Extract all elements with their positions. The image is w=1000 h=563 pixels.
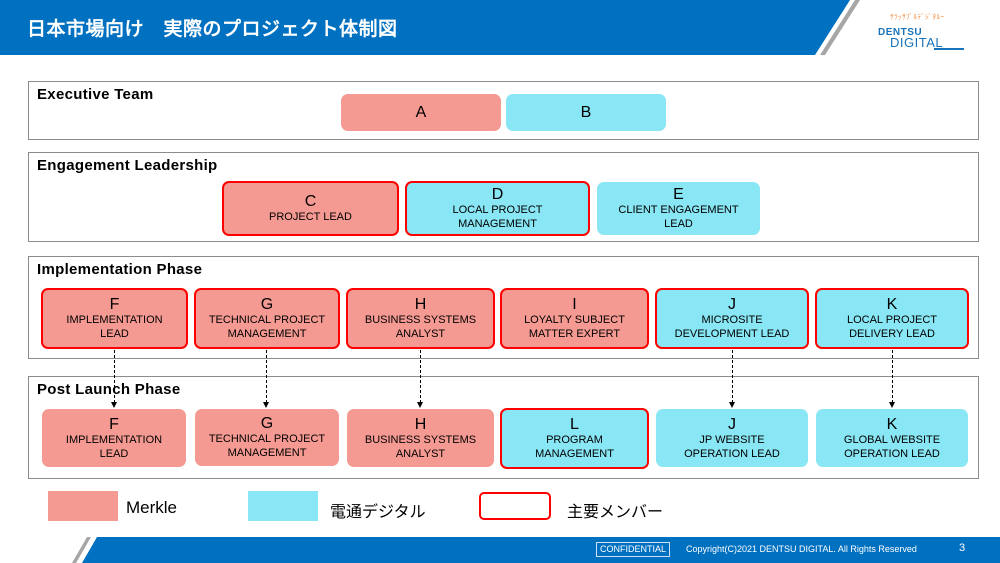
role-letter: F — [109, 415, 119, 433]
role-box-g-post: G TECHNICAL PROJECT MANAGEMENT — [195, 409, 339, 466]
role-letter: E — [673, 186, 684, 203]
role-letter: A — [415, 104, 427, 121]
connector-j — [732, 350, 733, 403]
role-letter: J — [728, 415, 736, 433]
role-title: IMPLEMENTATION LEAD — [65, 433, 163, 460]
role-box-a: A — [341, 94, 501, 131]
role-box-e: E CLIENT ENGAGEMENT LEAD — [597, 182, 760, 235]
panel-title: Engagement Leadership — [37, 157, 218, 174]
legend-swatch-key-member — [479, 492, 551, 520]
role-letter: B — [580, 104, 592, 121]
legend-label-dentsu: 電通デジタル — [330, 502, 426, 521]
role-title: LOYALTY SUBJECT MATTER EXPERT — [524, 314, 625, 340]
role-letter: K — [886, 415, 898, 433]
role-box-h-impl: H BUSINESS SYSTEMS ANALYST — [346, 288, 495, 349]
role-letter: L — [570, 416, 579, 433]
role-title: BUSINESS SYSTEMS ANALYST — [364, 314, 477, 340]
role-letter: I — [572, 296, 577, 313]
arrow-down-icon — [889, 402, 895, 408]
legend-label-key-member: 主要メンバー — [567, 502, 664, 521]
role-letter: G — [260, 296, 274, 313]
copyright-text: Copyright(C)2021 DENTSU DIGITAL. All Rig… — [686, 544, 917, 554]
role-box-f-impl: F IMPLEMENTATION LEAD — [41, 288, 188, 349]
role-title: MICROSITE DEVELOPMENT LEAD — [674, 314, 790, 340]
logo-underline — [934, 48, 964, 50]
panel-title: Post Launch Phase — [37, 381, 181, 398]
role-title: CLIENT ENGAGEMENT LEAD — [618, 204, 739, 230]
role-box-b: B — [506, 94, 666, 131]
connector-k — [892, 350, 893, 403]
dentsu-digital-logo: ｻﾗｯｻﾌﾞﾙﾃﾞｼﾞﾀﾙｰ DENTSU DIGITAL — [878, 10, 968, 50]
panel-title: Implementation Phase — [37, 261, 203, 278]
role-box-j-impl: J MICROSITE DEVELOPMENT LEAD — [655, 288, 809, 349]
arrow-down-icon — [111, 402, 117, 408]
role-title: TECHNICAL PROJECT MANAGEMENT — [208, 433, 326, 459]
role-letter: H — [414, 415, 427, 433]
role-title: BUSINESS SYSTEMS ANALYST — [364, 433, 477, 460]
legend-swatch-dentsu — [248, 491, 318, 521]
role-letter: C — [304, 193, 317, 210]
role-box-f-post: F IMPLEMENTATION LEAD — [42, 409, 186, 467]
page-title: 日本市場向け 実際のプロジェクト体制図 — [27, 18, 398, 40]
role-box-h-post: H BUSINESS SYSTEMS ANALYST — [347, 409, 494, 467]
role-letter: K — [886, 296, 898, 313]
arrow-down-icon — [263, 402, 269, 408]
role-title: JP WEBSITE OPERATION LEAD — [684, 433, 780, 460]
role-letter: J — [728, 296, 736, 313]
role-title: PROGRAM MANAGEMENT — [535, 434, 614, 460]
role-letter: H — [414, 296, 427, 313]
panel-title: Executive Team — [37, 86, 154, 103]
role-box-l-post: L PROGRAM MANAGEMENT — [500, 408, 649, 469]
logo-tagline: ｻﾗｯｻﾌﾞﾙﾃﾞｼﾞﾀﾙｰ — [890, 13, 945, 21]
panel-executive-team: Executive Team — [28, 81, 979, 140]
connector-h — [420, 350, 421, 403]
legend-label-merkle: Merkle — [126, 498, 178, 517]
header-band: 日本市場向け 実際のプロジェクト体制図 — [0, 0, 1000, 55]
role-letter: D — [491, 186, 504, 203]
role-box-k-post: K GLOBAL WEBSITE OPERATION LEAD — [816, 409, 968, 467]
connector-g — [266, 350, 267, 403]
arrow-down-icon — [417, 402, 423, 408]
role-box-g-impl: G TECHNICAL PROJECT MANAGEMENT — [194, 288, 340, 349]
role-letter: F — [109, 296, 120, 313]
role-title: IMPLEMENTATION LEAD — [66, 314, 163, 340]
role-box-i-impl: I LOYALTY SUBJECT MATTER EXPERT — [500, 288, 649, 349]
role-title: LOCAL PROJECT MANAGEMENT — [452, 204, 543, 230]
role-letter: G — [260, 415, 274, 432]
role-box-j-post: J JP WEBSITE OPERATION LEAD — [656, 409, 808, 467]
connector-f — [114, 350, 115, 403]
role-title: LOCAL PROJECT DELIVERY LEAD — [846, 314, 938, 340]
role-box-d: D LOCAL PROJECT MANAGEMENT — [405, 181, 590, 236]
role-box-k-impl: K LOCAL PROJECT DELIVERY LEAD — [815, 288, 969, 349]
role-title: PROJECT LEAD — [269, 211, 352, 223]
role-title: TECHNICAL PROJECT MANAGEMENT — [208, 314, 326, 340]
role-title: GLOBAL WEBSITE OPERATION LEAD — [843, 433, 941, 460]
arrow-down-icon — [729, 402, 735, 408]
page-number: 3 — [959, 542, 966, 554]
legend-swatch-merkle — [48, 491, 118, 521]
confidential-label: CONFIDENTIAL — [596, 542, 671, 557]
role-box-c: C PROJECT LEAD — [222, 181, 399, 236]
